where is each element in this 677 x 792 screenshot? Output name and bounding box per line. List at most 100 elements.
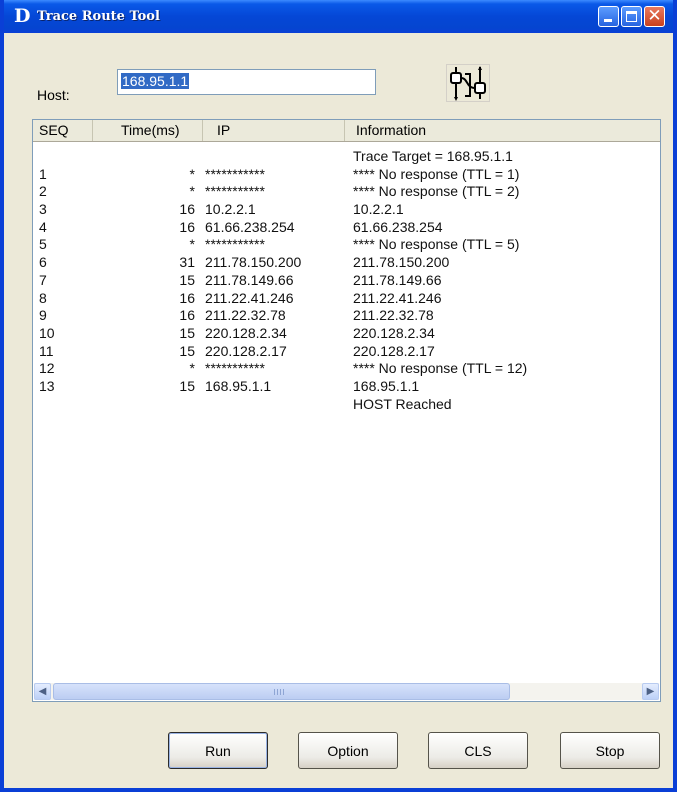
cell-ip: 211.78.149.66 — [205, 271, 294, 288]
table-row[interactable]: 6 31 211.78.150.200 211.78.150.200 — [33, 254, 660, 272]
run-button[interactable]: Run — [168, 732, 268, 769]
cls-button[interactable]: CLS — [428, 732, 528, 769]
cell-information: 211.78.150.200 — [353, 254, 450, 271]
stop-button[interactable]: Stop — [560, 732, 660, 769]
cell-information: **** No response (TTL = 5) — [353, 236, 520, 253]
table-row[interactable]: 9 16 211.22.32.78 211.22.32.78 — [33, 307, 660, 325]
scroll-thumb[interactable] — [53, 683, 510, 700]
cell-information: Trace Target = 168.95.1.1 — [353, 148, 513, 164]
cell-time: * — [189, 360, 195, 377]
column-header-information[interactable]: Information — [345, 120, 661, 141]
cell-ip: 211.78.150.200 — [205, 254, 302, 271]
maximize-icon — [626, 11, 637, 22]
table-row[interactable]: HOST Reached — [33, 396, 660, 414]
table-row[interactable]: 5 * *********** **** No response (TTL = 5) — [33, 236, 660, 254]
cell-seq: 13 — [39, 377, 55, 394]
cell-time: 31 — [179, 254, 195, 271]
cell-information: 211.78.149.66 — [353, 271, 442, 288]
title-bar[interactable]: D Trace Route Tool ✕ — [4, 0, 673, 33]
cell-time: * — [189, 236, 195, 253]
table-row[interactable]: 13 15 168.95.1.1 168.95.1.1 — [33, 378, 660, 396]
cell-ip: 220.128.2.17 — [205, 342, 287, 359]
cell-ip: 211.22.41.246 — [205, 289, 294, 306]
cell-information: 220.128.2.17 — [353, 342, 435, 359]
option-button[interactable]: Option — [298, 732, 398, 769]
arrow-right-icon: ▶ — [646, 686, 655, 697]
cell-ip: 10.2.2.1 — [205, 201, 256, 218]
cell-ip: *********** — [205, 183, 265, 200]
arrow-left-icon: ◀ — [38, 686, 47, 697]
table-row[interactable]: 2 * *********** **** No response (TTL = 2) — [33, 183, 660, 201]
cell-seq: 7 — [39, 271, 47, 288]
cell-information: 168.95.1.1 — [353, 377, 420, 394]
cell-seq: 3 — [39, 201, 47, 218]
close-button[interactable]: ✕ — [644, 6, 665, 27]
cell-ip: 220.128.2.34 — [205, 324, 287, 341]
table-row[interactable]: Trace Target = 168.95.1.1 — [33, 148, 660, 166]
maximize-button[interactable] — [621, 6, 642, 27]
cell-seq: 6 — [39, 254, 47, 271]
host-label: Host: — [37, 87, 70, 103]
cell-information: **** No response (TTL = 12) — [353, 360, 528, 377]
cell-ip: *********** — [205, 360, 265, 377]
cell-ip: 61.66.238.254 — [205, 218, 295, 235]
cell-information: HOST Reached — [353, 395, 452, 412]
cell-time: 16 — [179, 289, 195, 306]
table-row[interactable]: 8 16 211.22.41.246 211.22.41.246 — [33, 290, 660, 308]
table-row[interactable]: 4 16 61.66.238.254 61.66.238.254 — [33, 219, 660, 237]
cell-information: 211.22.41.246 — [353, 289, 442, 306]
list-header: SEQ Time(ms) IP Information — [33, 120, 660, 142]
cell-time: 15 — [179, 342, 195, 359]
trace-results-list[interactable]: SEQ Time(ms) IP Information Trace Target… — [32, 119, 661, 702]
cell-time: 16 — [179, 307, 195, 324]
cell-information: 10.2.2.1 — [353, 201, 404, 218]
cell-ip: 211.22.32.78 — [205, 307, 286, 324]
column-header-seq[interactable]: SEQ — [33, 120, 93, 141]
cell-seq: 11 — [39, 342, 54, 359]
column-header-ip[interactable]: IP — [203, 120, 345, 141]
scroll-right-button[interactable]: ▶ — [642, 683, 659, 700]
column-header-time[interactable]: Time(ms) — [93, 120, 203, 141]
cell-seq: 2 — [39, 183, 47, 200]
cell-ip: *********** — [205, 236, 265, 253]
minimize-icon — [604, 19, 612, 22]
cell-information: 61.66.238.254 — [353, 218, 443, 235]
cell-time: * — [189, 165, 195, 182]
window-title: Trace Route Tool — [37, 9, 160, 24]
table-row[interactable]: 3 16 10.2.2.1 10.2.2.1 — [33, 201, 660, 219]
table-row[interactable]: 12 * *********** **** No response (TTL = 12… — [33, 360, 660, 378]
app-logo-icon: D — [14, 5, 31, 27]
cell-time: 15 — [179, 324, 195, 341]
scroll-left-button[interactable]: ◀ — [34, 683, 51, 700]
table-row[interactable]: 10 15 220.128.2.34 220.128.2.34 — [33, 325, 660, 343]
cell-time: 16 — [179, 218, 195, 235]
cell-ip: *********** — [205, 165, 265, 182]
trace-route-window: D Trace Route Tool ✕ Host: 168.95.1.1 SE… — [0, 0, 677, 792]
table-row[interactable]: 7 15 211.78.149.66 211.78.149.66 — [33, 272, 660, 290]
cell-seq: 1 — [39, 165, 47, 182]
cell-time: 15 — [179, 271, 195, 288]
cell-time: 15 — [179, 377, 195, 394]
cell-information: 211.22.32.78 — [353, 307, 434, 324]
cell-information: **** No response (TTL = 1) — [353, 165, 520, 182]
cell-seq: 9 — [39, 307, 47, 324]
cell-information: **** No response (TTL = 2) — [353, 183, 520, 200]
cell-seq: 8 — [39, 289, 47, 306]
cell-information: 220.128.2.34 — [353, 324, 435, 341]
trace-route-icon[interactable] — [446, 64, 490, 102]
cell-seq: 5 — [39, 236, 47, 253]
close-icon: ✕ — [647, 6, 662, 26]
table-row[interactable]: 1 * *********** **** No response (TTL = 1) — [33, 166, 660, 184]
list-rows: Trace Target = 168.95.1.1 1 * *********** **… — [33, 148, 660, 413]
host-input[interactable]: 168.95.1.1 — [117, 69, 376, 95]
cell-time: 16 — [179, 201, 195, 218]
cell-time: * — [189, 183, 195, 200]
host-input-value: 168.95.1.1 — [121, 73, 190, 89]
horizontal-scrollbar[interactable]: ◀ ▶ — [34, 683, 659, 700]
cell-seq: 10 — [39, 324, 55, 341]
cell-seq: 4 — [39, 218, 47, 235]
scroll-grip-icon — [274, 689, 286, 695]
cell-ip: 168.95.1.1 — [205, 377, 272, 394]
minimize-button[interactable] — [598, 6, 619, 27]
table-row[interactable]: 11 15 220.128.2.17 220.128.2.17 — [33, 343, 660, 361]
